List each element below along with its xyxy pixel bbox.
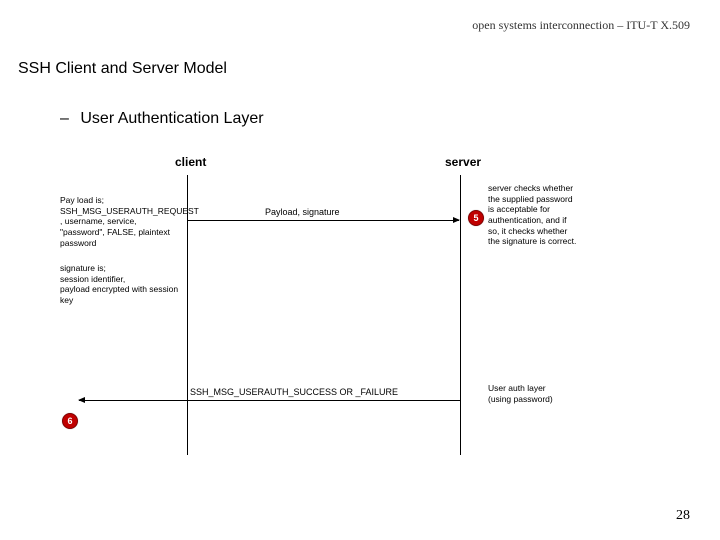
subtitle: – User Authentication Layer (60, 110, 264, 128)
subtitle-dash: – (60, 110, 68, 128)
payload-note: Pay load is; SSH_MSG_USERAUTH_REQUEST , … (60, 195, 190, 248)
sequence-diagram: client server Pay load is; SSH_MSG_USERA… (70, 155, 690, 485)
page-title: SSH Client and Server Model (18, 60, 227, 78)
step-5-marker: 5 (468, 210, 484, 226)
signature-note: signature is; session identifier, payloa… (60, 263, 200, 306)
arrow-userauth-result (79, 400, 460, 401)
server-lifeline (460, 175, 461, 455)
subtitle-text: User Authentication Layer (80, 110, 263, 127)
arrow-payload-signature (188, 220, 459, 221)
page-number: 28 (676, 508, 690, 524)
server-column-label: server (445, 155, 481, 169)
step-6-marker: 6 (62, 413, 78, 429)
arrow-payload-signature-label: Payload, signature (265, 207, 340, 217)
server-check-note: server checks whether the supplied passw… (488, 183, 598, 247)
client-column-label: client (175, 155, 206, 169)
arrow-userauth-result-label: SSH_MSG_USERAUTH_SUCCESS OR _FAILURE (190, 387, 398, 397)
userauth-layer-note: User auth layer (using password) (488, 383, 588, 404)
header-right: open systems interconnection – ITU-T X.5… (472, 18, 690, 33)
